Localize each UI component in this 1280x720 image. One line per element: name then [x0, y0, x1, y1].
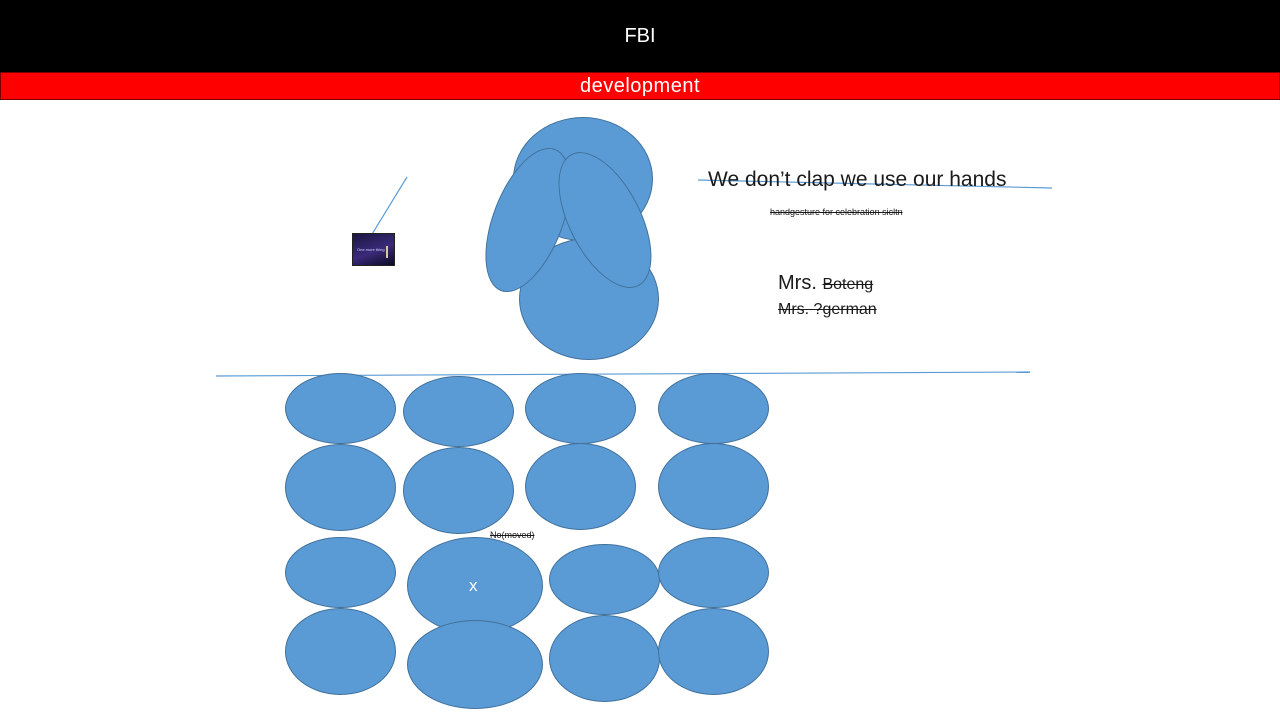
connector-lines — [215, 176, 1053, 377]
seat-shape[interactable] — [403, 447, 514, 534]
thumbnail-caption: One more thing — [357, 247, 385, 252]
seat-shape[interactable] — [658, 373, 769, 444]
seat-shape[interactable] — [407, 620, 543, 709]
development-banner: development — [0, 72, 1280, 100]
speaker-figure — [386, 246, 388, 258]
subnote[interactable]: handgesture for celebration sicltn — [770, 207, 903, 217]
seat-note[interactable]: No(moved) — [490, 530, 535, 540]
seat-shape[interactable] — [525, 443, 636, 530]
seat-shape[interactable] — [658, 537, 769, 608]
presentation-thumbnail[interactable]: One more thing — [352, 233, 395, 266]
seat-shape[interactable] — [285, 373, 396, 444]
banner-label[interactable]: development — [580, 75, 700, 98]
seat-shape[interactable] — [549, 544, 660, 615]
headline-note[interactable]: We don’t clap we use our hands — [708, 168, 1006, 192]
seat-shape[interactable] — [403, 376, 514, 447]
seat-shape[interactable] — [525, 373, 636, 444]
seat-shape[interactable] — [658, 608, 769, 695]
seat-shape[interactable] — [549, 615, 660, 702]
seat-shape[interactable] — [658, 443, 769, 530]
seat-mark: x — [469, 576, 478, 595]
name-struck: Boteng — [822, 276, 874, 293]
name-line[interactable]: Mrs. Boteng — [778, 272, 873, 295]
slide-title[interactable]: FBI — [624, 25, 655, 48]
seat-shape[interactable] — [285, 608, 396, 695]
seat-shape[interactable] — [285, 537, 396, 608]
name-alt[interactable]: Mrs. ?german — [778, 301, 877, 319]
seat-shape[interactable] — [285, 444, 396, 531]
slide-title-bar: FBI — [0, 0, 1280, 72]
name-prefix: Mrs. — [778, 272, 817, 294]
